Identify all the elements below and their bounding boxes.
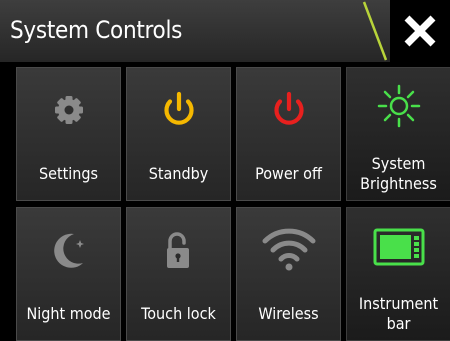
header-bar: System Controls	[0, 0, 450, 62]
wifi-icon	[262, 228, 316, 271]
system-brightness-tile[interactable]: System Brightness	[346, 67, 450, 201]
settings-tile[interactable]: Settings	[16, 67, 121, 201]
power-off-label: Power off	[255, 164, 322, 183]
power-icon	[274, 91, 304, 125]
night-mode-label: Night mode	[26, 304, 111, 323]
night-mode-tile[interactable]: Night mode	[16, 207, 121, 341]
system-brightness-label: System Brightness	[360, 154, 437, 193]
power-icon	[164, 91, 194, 125]
page-title: System Controls	[10, 16, 183, 44]
standby-label: Standby	[148, 164, 209, 183]
instrument-bar-label: Instrument bar	[358, 294, 439, 333]
instrument-bar-tile[interactable]: Instrument bar	[346, 207, 450, 341]
settings-label: Settings	[38, 164, 99, 183]
accent-stripe	[362, 1, 388, 61]
close-icon	[404, 15, 436, 47]
moon-icon	[54, 233, 84, 268]
close-button[interactable]	[390, 0, 450, 62]
touch-lock-tile[interactable]: Touch lock	[126, 207, 231, 341]
controls-grid: Settings Standby Power off System Bright…	[0, 62, 450, 341]
wireless-tile[interactable]: Wireless	[236, 207, 341, 341]
touch-lock-label: Touch lock	[141, 304, 216, 323]
sun-brightness-icon	[377, 84, 421, 128]
wireless-label: Wireless	[258, 304, 319, 323]
standby-tile[interactable]: Standby	[126, 67, 231, 201]
unlocked-padlock-icon	[167, 232, 189, 268]
power-off-tile[interactable]: Power off	[236, 67, 341, 201]
gear-icon	[55, 96, 83, 124]
instrument-bar-icon	[373, 228, 425, 266]
